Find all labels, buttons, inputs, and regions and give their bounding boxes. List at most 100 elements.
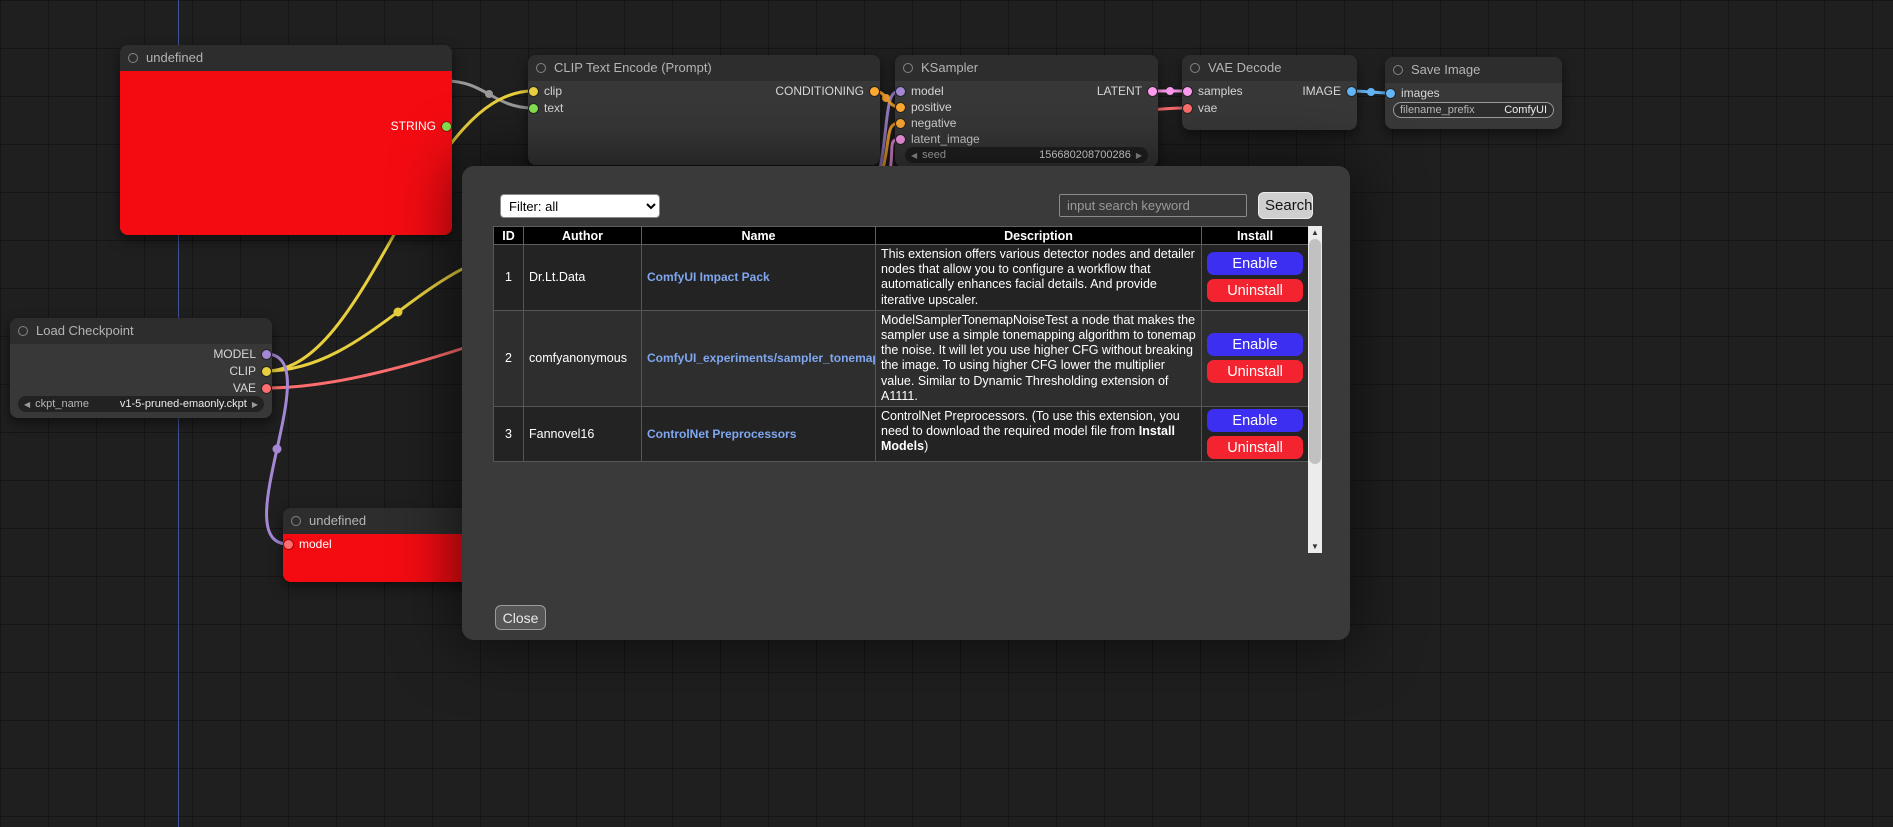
extension-link[interactable]: ControlNet Preprocessors [647,427,796,441]
extension-author: comfyanonymous [524,310,642,406]
output-dot[interactable] [442,122,451,131]
filename-prefix-widget[interactable]: filename_prefix ComfyUI [1393,102,1554,118]
uninstall-button[interactable]: Uninstall [1207,436,1303,459]
extension-id: 2 [494,310,524,406]
collapse-dot-icon[interactable] [128,53,138,63]
output-dot[interactable] [1148,87,1157,96]
output-slot-vae[interactable]: VAE [10,380,272,396]
output-slot-string[interactable]: STRING [120,118,452,134]
node-save-image[interactable]: Save Image images filename_prefix ComfyU… [1385,57,1562,129]
link-dot [273,445,282,454]
input-dot[interactable] [896,103,905,112]
node-clip-text-encode[interactable]: CLIP Text Encode (Prompt) clip text COND… [528,55,880,165]
widget-value: ComfyUI [1504,104,1547,116]
collapse-dot-icon[interactable] [18,326,28,336]
node-load-checkpoint[interactable]: Load Checkpoint MODEL CLIP VAE ◀ ckpt_na… [10,318,272,418]
output-slot-image[interactable]: IMAGE [1182,83,1357,99]
slot-label: STRING [391,119,436,133]
uninstall-button[interactable]: Uninstall [1207,279,1303,302]
input-dot[interactable] [1386,89,1395,98]
link-dot [882,94,890,102]
slot-label: negative [911,116,956,130]
slot-label: text [544,101,563,115]
output-dot[interactable] [870,87,879,96]
input-dot[interactable] [529,104,538,113]
extension-author: Fannovel16 [524,407,642,462]
node-title-bar[interactable]: VAE Decode [1182,55,1357,81]
table-header-row: ID Author Name Description Install [494,227,1309,245]
extension-id: 1 [494,245,524,311]
enable-button[interactable]: Enable [1207,252,1303,275]
output-slot-clip[interactable]: CLIP [10,363,272,379]
filter-select[interactable]: Filter: all [500,194,660,218]
widget-label: filename_prefix [1400,104,1475,116]
scroll-up-icon[interactable]: ▲ [1308,226,1322,239]
extension-link[interactable]: ComfyUI Impact Pack [647,270,770,284]
decrement-arrow-icon[interactable]: ◀ [911,151,917,160]
slot-label: model [299,537,332,551]
output-dot[interactable] [262,384,271,393]
extension-description: This extension offers various detector n… [876,245,1202,311]
collapse-dot-icon[interactable] [536,63,546,73]
scroll-down-icon[interactable]: ▼ [1308,540,1322,553]
collapse-dot-icon[interactable] [291,516,301,526]
extension-description: ModelSamplerTonemapNoiseTest a node that… [876,310,1202,406]
input-slot-latent-image[interactable]: latent_image [895,131,1158,147]
widget-value: v1-5-pruned-emaonly.ckpt [120,398,247,410]
node-title: undefined [309,513,366,528]
input-dot[interactable] [896,135,905,144]
extension-table: ID Author Name Description Install 1 Dr.… [493,226,1309,462]
input-dot[interactable] [1183,104,1192,113]
prev-arrow-icon[interactable]: ◀ [24,400,30,409]
output-slot-latent[interactable]: LATENT [895,83,1158,99]
slot-label: IMAGE [1302,84,1341,98]
input-slot-positive[interactable]: positive [895,99,1158,115]
increment-arrow-icon[interactable]: ▶ [1136,151,1142,160]
collapse-dot-icon[interactable] [1393,65,1403,75]
node-undefined-top[interactable]: undefined STRING [120,45,452,235]
slot-label: positive [911,100,952,114]
output-slot-model[interactable]: MODEL [10,346,272,362]
output-dot[interactable] [262,350,271,359]
input-slot-images[interactable]: images [1385,85,1562,101]
slot-label: CONDITIONING [775,84,864,98]
widget-label: seed [922,149,946,161]
node-title-bar[interactable]: Load Checkpoint [10,318,272,344]
search-input[interactable] [1059,194,1247,217]
node-ksampler[interactable]: KSampler model positive negative latent_… [895,55,1158,167]
slot-label: VAE [233,381,256,395]
collapse-dot-icon[interactable] [1190,63,1200,73]
node-title: undefined [146,50,203,65]
input-slot-negative[interactable]: negative [895,115,1158,131]
table-row: 3 Fannovel16 ControlNet Preprocessors Co… [494,407,1309,462]
node-title-bar[interactable]: undefined [120,45,452,71]
output-slot-conditioning[interactable]: CONDITIONING [528,83,880,99]
output-dot[interactable] [1347,87,1356,96]
input-dot[interactable] [896,119,905,128]
seed-widget[interactable]: ◀ seed 156680208700286 ▶ [905,147,1148,163]
next-arrow-icon[interactable]: ▶ [252,400,258,409]
node-title-bar[interactable]: CLIP Text Encode (Prompt) [528,55,880,81]
uninstall-button[interactable]: Uninstall [1207,360,1303,383]
comfyui-canvas[interactable]: undefined STRING CLIP Text Encode (Promp… [0,0,1893,827]
widget-label: ckpt_name [35,398,89,410]
node-title-bar[interactable]: KSampler [895,55,1158,81]
input-slot-text[interactable]: text [528,100,880,116]
close-button[interactable]: Close [495,605,546,630]
node-title-bar[interactable]: Save Image [1385,57,1562,83]
slot-label: latent_image [911,132,980,146]
extension-link[interactable]: ComfyUI_experiments/sampler_tonemap [647,351,876,365]
extension-manager-dialog: Filter: all Search ID Author Name Descri… [462,166,1350,640]
scrollbar-thumb[interactable] [1309,239,1321,464]
input-dot[interactable] [284,540,293,549]
collapse-dot-icon[interactable] [903,63,913,73]
node-vae-decode[interactable]: VAE Decode samples vae IMAGE [1182,55,1357,130]
table-scrollbar[interactable]: ▲ ▼ [1308,226,1322,553]
output-dot[interactable] [262,367,271,376]
table-row: 1 Dr.Lt.Data ComfyUI Impact Pack This ex… [494,245,1309,311]
enable-button[interactable]: Enable [1207,333,1303,356]
enable-button[interactable]: Enable [1207,409,1303,432]
input-slot-vae[interactable]: vae [1182,100,1357,116]
search-button[interactable]: Search [1258,192,1313,219]
ckpt-name-widget[interactable]: ◀ ckpt_name v1-5-pruned-emaonly.ckpt ▶ [18,396,264,412]
